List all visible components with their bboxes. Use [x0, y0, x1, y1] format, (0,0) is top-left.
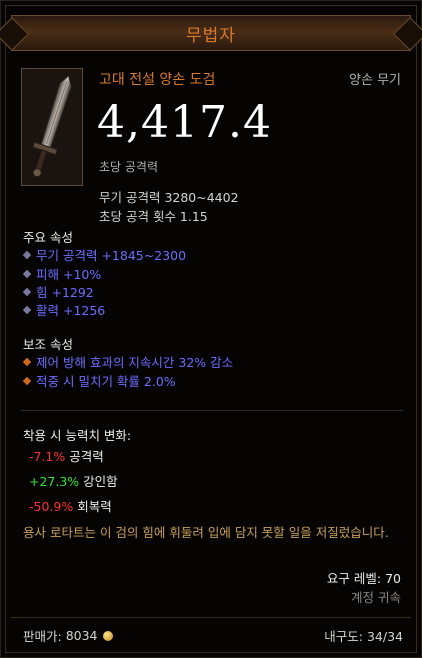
sell-price: 판매가: 8034 — [23, 626, 113, 645]
item-set-title: 무법자 — [186, 25, 236, 46]
secondary-attributes-title: 보조 속성 — [23, 337, 73, 352]
account-bound: 계정 귀속 — [351, 590, 401, 605]
diamond-bullet-icon — [22, 287, 32, 296]
diamond-bullet-icon — [22, 305, 32, 314]
weapon-damage: 무기 공격력 3280~4402 — [99, 190, 239, 205]
primary-attributes-title: 주요 속성 — [23, 230, 73, 245]
primary-affix: 피해 +10% — [22, 264, 101, 283]
tooltip-header: 무법자 — [11, 15, 411, 51]
primary-affix: 무기 공격력 +1845~2300 — [22, 245, 186, 264]
stat-change-row: -7.1% 공격력 — [29, 449, 104, 464]
diamond-bullet-icon — [22, 357, 32, 366]
stat-changes-title: 착용 시 능력치 변화: — [23, 428, 132, 443]
secondary-affix: 제어 방해 효과의 지속시간 32% 감소 — [22, 352, 233, 371]
stat-change-row: -50.9% 회복력 — [29, 499, 112, 514]
diamond-bullet-icon — [22, 269, 32, 278]
divider — [21, 410, 403, 411]
gold-coin-icon — [102, 630, 113, 641]
diamond-bullet-icon — [22, 376, 32, 385]
item-tooltip: 무법자 고대 전설 양손 도검 양손 무기 4,417.4 초당 공격력 무기 … — [0, 0, 422, 658]
required-level: 요구 레벨: 70 — [326, 571, 401, 586]
item-type: 양손 무기 — [349, 73, 401, 88]
dps-value: 4,417.4 — [97, 97, 272, 148]
flavor-text: 용사 로타트는 이 검의 힘에 휘둘려 입에 담지 못할 일을 저질렀습니다. — [23, 525, 389, 540]
diamond-bullet-icon — [22, 250, 32, 259]
item-name: 고대 전설 양손 도검 — [99, 72, 216, 88]
attack-speed: 초당 공격 횟수 1.15 — [99, 209, 208, 224]
sword-icon — [21, 68, 83, 186]
primary-affix: 힘 +1292 — [22, 282, 94, 301]
secondary-affix: 적중 시 밀치기 확률 2.0% — [22, 371, 176, 390]
durability: 내구도: 34/34 — [324, 629, 403, 644]
primary-affix: 활력 +1256 — [22, 300, 105, 319]
tooltip-footer: 판매가: 8034 내구도: 34/34 — [11, 617, 411, 648]
stat-change-row: +27.3% 강인함 — [29, 474, 118, 489]
dps-label: 초당 공격력 — [99, 160, 159, 174]
